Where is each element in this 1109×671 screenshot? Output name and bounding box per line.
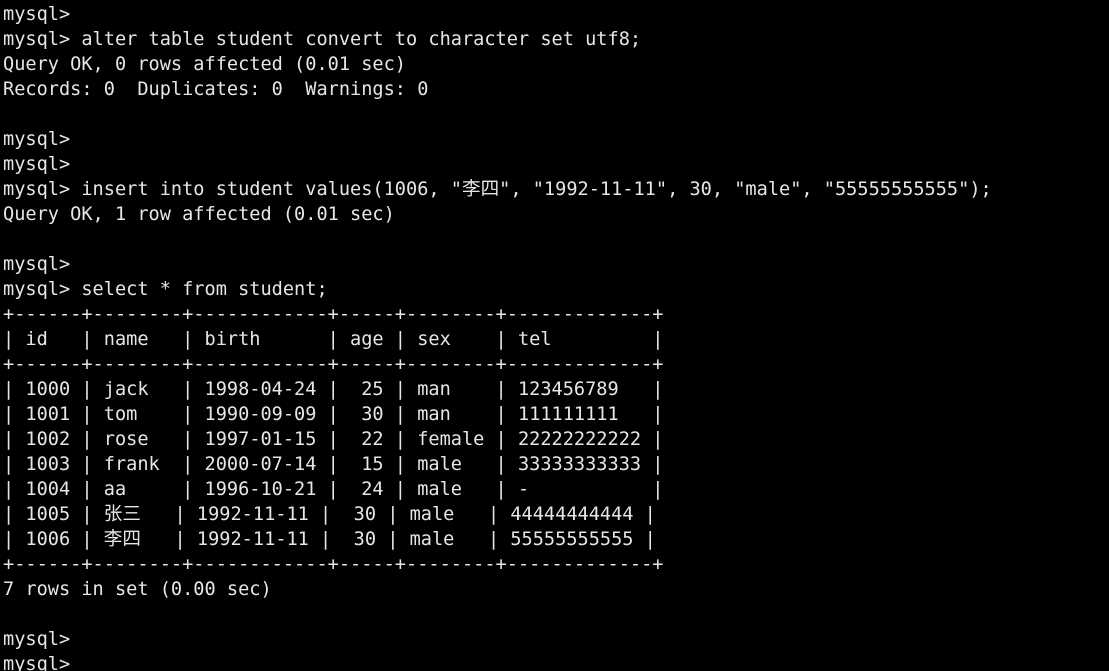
terminal-line: mysql> select * from student; xyxy=(3,279,328,300)
terminal-line: mysql> xyxy=(3,129,71,150)
terminal-line: mysql> xyxy=(3,4,71,25)
terminal-line: mysql> xyxy=(3,654,71,671)
terminal-line: | 1002 | rose | 1997-01-15 | 22 | female… xyxy=(3,429,664,450)
terminal-line: mysql> alter table student convert to ch… xyxy=(3,29,642,50)
terminal-line: | 1005 | 张三 | 1992-11-11 | 30 | male | 4… xyxy=(3,504,656,525)
terminal-line: | id | name | birth | age | sex | tel | xyxy=(3,329,664,350)
terminal-line: | 1004 | aa | 1996-10-21 | 24 | male | -… xyxy=(3,479,664,500)
terminal-output[interactable]: mysql> mysql> alter table student convert… xyxy=(0,0,1109,671)
terminal-line: mysql> xyxy=(3,154,71,175)
terminal-line: Query OK, 1 row affected (0.01 sec) xyxy=(3,204,395,225)
terminal-line: Query OK, 0 rows affected (0.01 sec) xyxy=(3,54,406,75)
terminal-line: Records: 0 Duplicates: 0 Warnings: 0 xyxy=(3,79,429,100)
terminal-line: 7 rows in set (0.00 sec) xyxy=(3,579,272,600)
terminal-line: +------+--------+------------+-----+----… xyxy=(3,354,664,375)
terminal-line: +------+--------+------------+-----+----… xyxy=(3,554,664,575)
terminal-line: | 1003 | frank | 2000-07-14 | 15 | male … xyxy=(3,454,664,475)
terminal-line: | 1006 | 李四 | 1992-11-11 | 30 | male | 5… xyxy=(3,529,656,550)
terminal-line: mysql> xyxy=(3,254,71,275)
terminal-line: | 1000 | jack | 1998-04-24 | 25 | man | … xyxy=(3,379,664,400)
terminal-line: mysql> xyxy=(3,629,71,650)
terminal-line: | 1001 | tom | 1990-09-09 | 30 | man | 1… xyxy=(3,404,664,425)
terminal-line: mysql> insert into student values(1006, … xyxy=(3,179,992,200)
terminal-line: +------+--------+------------+-----+----… xyxy=(3,304,664,325)
